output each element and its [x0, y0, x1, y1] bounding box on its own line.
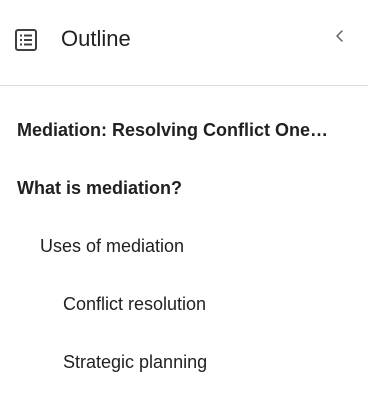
outline-item-strategic-planning[interactable]: Strategic planning — [63, 348, 207, 376]
outline-title: Outline — [61, 26, 131, 51]
outline-header: Outline — [0, 0, 368, 86]
outline-list-icon — [14, 28, 38, 52]
outline-panel: Outline Mediation: Resolving Conflict On… — [0, 0, 368, 394]
collapse-outline-button[interactable] — [326, 22, 354, 50]
outline-item-conflict-resolution[interactable]: Conflict resolution — [63, 290, 206, 318]
outline-item-document-title[interactable]: Mediation: Resolving Conflict One… — [17, 116, 328, 144]
chevron-left-icon — [333, 29, 347, 43]
outline-item-what-is-mediation[interactable]: What is mediation? — [17, 174, 182, 202]
outline-item-uses-of-mediation[interactable]: Uses of mediation — [40, 232, 184, 260]
